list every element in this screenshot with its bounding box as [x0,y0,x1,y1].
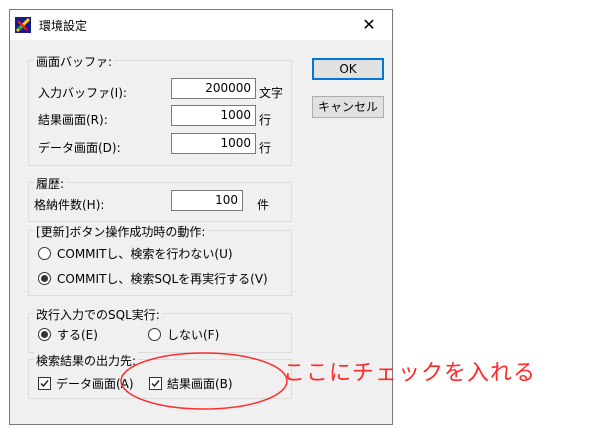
update-behavior-group-title: [更新]ボタン操作成功時の動作: [34,223,208,240]
buffer-group-title: 画面バッファ: [34,53,115,70]
update-option-1-label[interactable]: COMMITし、検索を行わない(U) [57,245,233,262]
check-icon [40,380,49,388]
annotation-text: ここにチェックを入れる [283,361,537,386]
window-title: 環境設定 [39,19,88,33]
annotation-ellipse [120,352,288,410]
data-screen-field[interactable]: 1000 [171,133,256,154]
close-icon: ✕ [362,15,376,34]
history-count-unit: 件 [257,198,270,212]
update-option-1-radio[interactable] [38,247,51,260]
result-screen-label: 結果画面(R): [38,113,108,127]
title-bar[interactable]: 環境設定 ✕ [10,10,392,40]
history-count-label: 格納件数(H): [34,198,105,212]
ok-button[interactable]: OK [312,58,384,80]
newline-yes-label[interactable]: する(E) [57,326,98,343]
close-button[interactable]: ✕ [346,10,392,40]
newline-no-radio[interactable] [148,328,161,341]
history-count-field[interactable]: 100 [171,190,243,211]
input-buffer-unit: 文字 [259,86,284,100]
newline-no-label[interactable]: しない(F) [167,326,219,343]
result-screen-unit: 行 [259,113,272,127]
update-option-2-radio[interactable] [38,272,51,285]
history-group-title: 履歴: [34,175,67,192]
data-screen-unit: 行 [259,141,272,155]
result-screen-field[interactable]: 1000 [171,105,256,126]
app-icon [15,17,31,33]
output-data-screen-checkbox[interactable] [38,377,51,390]
newline-sql-group-title: 改行入力でのSQL実行: [34,306,162,323]
data-screen-label: データ画面(D): [38,141,121,155]
input-buffer-field[interactable]: 200000 [171,78,256,99]
update-option-2-label[interactable]: COMMITし、検索SQLを再実行する(V) [57,270,268,287]
input-buffer-label: 入力バッファ(I): [38,86,127,100]
cancel-button[interactable]: キャンセル [312,96,384,118]
newline-yes-radio[interactable] [38,328,51,341]
